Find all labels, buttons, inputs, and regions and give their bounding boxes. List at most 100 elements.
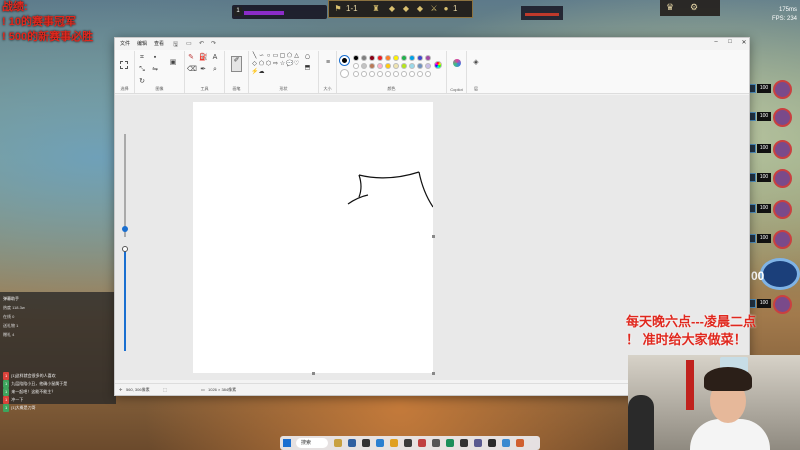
menu-file[interactable]: 文件	[120, 40, 130, 47]
oval-shape-icon[interactable]: ○	[265, 53, 272, 60]
rotate-icon[interactable]: ↻	[138, 78, 146, 86]
save-icon[interactable]: 🖫	[173, 40, 178, 50]
image-option-icon[interactable]: ▪	[151, 54, 159, 62]
undo-icon[interactable]: ↶	[199, 40, 204, 47]
size-slider-thumb[interactable]	[122, 226, 128, 232]
custom-swatch[interactable]	[385, 71, 391, 77]
palette-swatch[interactable]	[401, 63, 407, 69]
palette-swatch[interactable]	[377, 55, 383, 61]
size-slider[interactable]	[124, 134, 126, 237]
palette-swatch[interactable]	[425, 55, 431, 61]
curve-shape-icon[interactable]: ∽	[258, 53, 265, 60]
hexagon-shape-icon[interactable]: ⬡	[265, 61, 272, 68]
line-shape-icon[interactable]: ╲	[251, 53, 258, 60]
palette-swatch[interactable]	[409, 63, 415, 69]
player-row[interactable]: 100	[744, 295, 800, 314]
color-2-swatch[interactable]	[340, 69, 349, 78]
flip-icon[interactable]: ⇋	[151, 66, 159, 74]
canvas-resize-handle[interactable]	[432, 235, 435, 238]
star-shape-icon[interactable]: ☆	[279, 61, 286, 68]
rect-shape-icon[interactable]: ▭	[272, 53, 279, 60]
app-icon[interactable]	[488, 439, 496, 447]
palette-swatch[interactable]	[385, 63, 391, 69]
crop-icon[interactable]: ⌗	[138, 54, 146, 62]
palette-swatch[interactable]	[393, 63, 399, 69]
menu-view[interactable]: 查看	[154, 40, 164, 47]
palette-swatch[interactable]	[369, 55, 375, 61]
palette-swatch[interactable]	[401, 55, 407, 61]
fill-icon[interactable]: ⛽	[199, 54, 208, 62]
magnifier-icon[interactable]: ⌕	[211, 66, 219, 74]
player-row[interactable]: 100	[744, 169, 800, 188]
select-icon[interactable]	[120, 61, 128, 69]
pencil-icon[interactable]: ✎	[187, 54, 195, 62]
custom-swatch[interactable]	[353, 71, 359, 77]
pentagon-shape-icon[interactable]: ⬠	[258, 61, 265, 68]
custom-swatch[interactable]	[393, 71, 399, 77]
palette-swatch[interactable]	[361, 55, 367, 61]
palette-swatch[interactable]	[369, 63, 375, 69]
minimize-button[interactable]: –	[709, 39, 723, 49]
close-button[interactable]: ✕	[737, 39, 751, 49]
color-picker-icon[interactable]: ✒	[199, 66, 207, 74]
edit-colors-icon[interactable]	[434, 61, 442, 69]
redo-icon[interactable]: ↷	[211, 40, 216, 47]
copilot-icon[interactable]	[453, 59, 461, 67]
roundrect-shape-icon[interactable]: ▢	[279, 53, 286, 60]
player-row[interactable]: 100	[744, 108, 800, 127]
maximize-button[interactable]: □	[723, 39, 737, 49]
app-icon[interactable]	[404, 439, 412, 447]
custom-swatch[interactable]	[417, 71, 423, 77]
palette-swatch[interactable]	[385, 55, 391, 61]
outline-icon[interactable]: ⎔	[304, 55, 311, 62]
heart-shape-icon[interactable]: ♡	[293, 61, 300, 68]
app-icon[interactable]	[460, 439, 468, 447]
app-icon[interactable]	[390, 439, 398, 447]
palette-swatch[interactable]	[353, 55, 359, 61]
drawing-canvas[interactable]	[193, 102, 434, 373]
color-1-swatch[interactable]	[339, 55, 350, 66]
custom-swatch[interactable]	[361, 71, 367, 77]
taskbar-search[interactable]: 搜索	[296, 438, 328, 448]
custom-swatch[interactable]	[401, 71, 407, 77]
app-icon[interactable]	[446, 439, 454, 447]
resize-icon[interactable]: ⤡	[138, 66, 146, 74]
opacity-slider[interactable]	[124, 251, 126, 351]
triangle-shape-icon[interactable]: △	[293, 53, 300, 60]
callout-shape-icon[interactable]: 💬	[286, 61, 293, 68]
custom-swatch[interactable]	[377, 71, 383, 77]
size-icon[interactable]: ≡	[324, 59, 332, 67]
palette-swatch[interactable]	[417, 63, 423, 69]
fill-style-icon[interactable]: ⬒	[304, 65, 311, 72]
app-icon[interactable]	[362, 439, 370, 447]
app-icon[interactable]	[418, 439, 426, 447]
custom-swatch[interactable]	[425, 71, 431, 77]
palette-swatch[interactable]	[377, 63, 383, 69]
canvas-resize-handle[interactable]	[312, 372, 315, 375]
image-properties-icon[interactable]: ▣	[169, 59, 177, 67]
app-icon[interactable]	[502, 439, 510, 447]
palette-swatch[interactable]	[361, 63, 367, 69]
gear-icon[interactable]: ⚙	[690, 2, 698, 13]
cloud-shape-icon[interactable]: ☁	[258, 69, 265, 76]
arrow-shape-icon[interactable]: ⇨	[272, 61, 279, 68]
app-icon[interactable]	[432, 439, 440, 447]
start-icon[interactable]	[283, 439, 291, 447]
palette-swatch[interactable]	[353, 63, 359, 69]
menu-edit[interactable]: 编辑	[137, 40, 147, 47]
brush-icon[interactable]: ✐	[231, 56, 242, 72]
app-icon[interactable]	[516, 439, 524, 447]
player-row[interactable]: 100	[744, 200, 800, 219]
player-row[interactable]: 100	[744, 230, 800, 249]
layers-icon[interactable]: ◈	[472, 59, 480, 67]
palette-swatch[interactable]	[409, 55, 415, 61]
app-icon[interactable]	[376, 439, 384, 447]
diamond-shape-icon[interactable]: ◇	[251, 61, 258, 68]
polygon-shape-icon[interactable]: ⬠	[286, 53, 293, 60]
eraser-icon[interactable]: ⌫	[187, 66, 197, 74]
app-icon[interactable]	[474, 439, 482, 447]
open-icon[interactable]: ▭	[186, 40, 192, 47]
player-row[interactable]: 100	[744, 80, 800, 99]
lightning-shape-icon[interactable]: ⚡	[251, 69, 258, 76]
text-icon[interactable]: A	[211, 54, 219, 62]
